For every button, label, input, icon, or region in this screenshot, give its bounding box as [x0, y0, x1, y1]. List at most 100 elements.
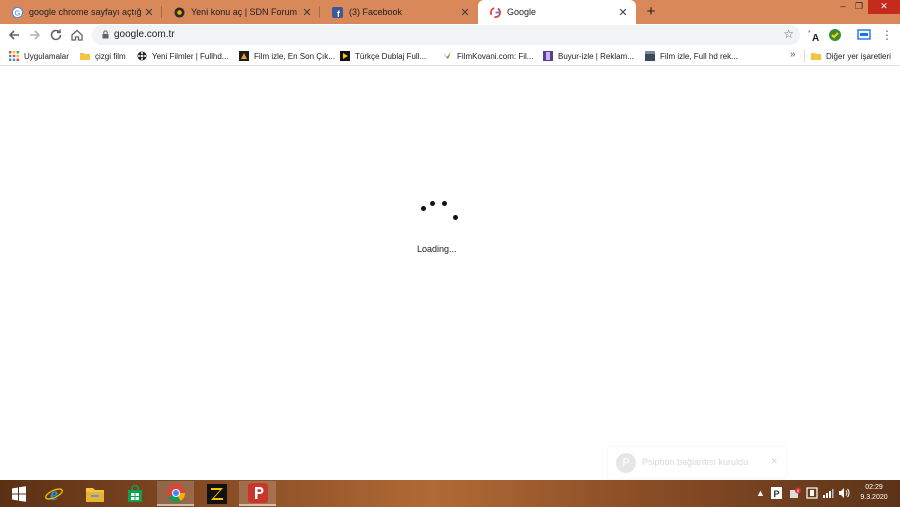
tab-close-icon[interactable]: ✕ [616, 6, 630, 19]
network-signal-icon[interactable] [822, 487, 834, 499]
bookmark-yeni-filmler[interactable]: Yeni Filmler | Fullhd... [137, 50, 228, 62]
taskbar-internet-explorer[interactable]: e [35, 481, 72, 506]
windows-start-icon [11, 485, 26, 502]
tab-title: Google [507, 7, 537, 17]
google-g-icon: G [12, 6, 23, 18]
spinner-dot [421, 206, 426, 211]
bookmark-star-icon[interactable]: ☆ [783, 27, 794, 41]
bookmark-film-izle[interactable]: Film izle, En Son Çık... [239, 50, 335, 62]
taskbar: e ▲ P x 02:29 9.3.2020 [0, 480, 900, 507]
bookmark-label: Uygulamalar [24, 51, 69, 61]
tab-facebook[interactable]: f (3) Facebook ✕ [320, 0, 478, 24]
back-arrow-icon [8, 30, 19, 40]
google-g-icon [490, 6, 501, 18]
bookmark-label: Diğer yer işaretleri [826, 51, 891, 61]
bird-icon [443, 52, 451, 59]
home-button[interactable] [69, 27, 85, 43]
bookmark-other[interactable]: Diğer yer işaretleri [811, 50, 891, 62]
folder-icon [811, 53, 821, 60]
start-button[interactable] [0, 481, 37, 506]
spinner-dot [430, 201, 435, 206]
taskbar-file-explorer[interactable] [76, 481, 113, 506]
psiphon-icon: P [616, 453, 636, 473]
bookmark-label: Film izle, En Son Çık... [254, 51, 335, 61]
loading-text: Loading... [417, 244, 457, 254]
tab-title: Yeni konu aç | SDN Forum [191, 7, 298, 17]
reload-button[interactable] [48, 27, 64, 43]
tab-close-icon[interactable]: ✕ [142, 6, 156, 19]
tab-sdn-forum[interactable]: Yeni konu aç | SDN Forum ✕ [162, 0, 320, 24]
navigation-toolbar: google.com.tr ☆ [0, 24, 900, 46]
svg-text:e: e [50, 484, 58, 504]
bookmark-label: FilmKovani.com: Fil... [457, 51, 534, 61]
tray-overflow-icon[interactable]: ▲ [756, 488, 765, 498]
tab-chrome-question[interactable]: G google chrome sayfayı açtığımda ✕ [0, 0, 162, 24]
tab-close-icon[interactable]: ✕ [300, 6, 314, 19]
clock-time: 02:29 [865, 484, 883, 491]
tab-title: google chrome sayfayı açtığımda [29, 7, 142, 17]
taskbar-chrome[interactable] [157, 481, 194, 506]
bookmarks-bar: Uygulamalar çizgi film Yeni Filmler | Fu… [0, 46, 900, 66]
svg-text:P: P [773, 489, 779, 499]
bookmark-turkce-dublaj[interactable]: Türkçe Dublaj Full... [340, 50, 426, 62]
z-app-icon [206, 483, 227, 504]
store-icon [127, 484, 142, 502]
shield-extension-icon[interactable] [827, 27, 843, 43]
taskbar-psiphon[interactable] [239, 481, 276, 506]
tab-strip: G google chrome sayfayı açtığımda ✕ Yeni… [0, 0, 900, 24]
forward-button[interactable] [27, 27, 43, 43]
svg-text:G: G [15, 8, 21, 17]
bookmark-film-full-hd[interactable]: Film izle, Full hd rek... [645, 50, 738, 62]
cast-extension-icon[interactable] [856, 27, 872, 43]
bookmark-apps[interactable]: Uygulamalar [9, 50, 69, 62]
psiphon-notification[interactable]: P Psiphon bağlantısı kuruldu ✕ [607, 446, 787, 479]
taskbar-store[interactable] [116, 481, 153, 506]
film-reel-icon [137, 51, 147, 61]
apps-grid-icon [9, 51, 19, 61]
spinner-dot [442, 201, 447, 206]
internet-explorer-icon: e [44, 484, 63, 504]
film-site-icon [239, 51, 249, 61]
folder-icon [80, 53, 90, 60]
bookmark-buyur-izle[interactable]: Buyur-izle | Reklam... [543, 50, 634, 62]
url-text: google.com.tr [114, 29, 175, 40]
tab-close-icon[interactable]: ✕ [458, 6, 472, 19]
security-tray-icon[interactable]: x [789, 487, 801, 499]
notification-close-icon[interactable]: ✕ [770, 456, 778, 467]
bookmark-filmkovani[interactable]: FilmKovani.com: Fil... [442, 50, 533, 62]
menu-kebab-icon[interactable]: ⋮ [879, 27, 895, 43]
device-tray-icon[interactable] [806, 487, 818, 499]
film-clapper-icon [645, 51, 655, 61]
system-clock[interactable]: 02:29 9.3.2020 [855, 483, 893, 503]
bookmark-cizgi-film[interactable]: çizgi film [80, 50, 126, 62]
bookmarks-overflow-button[interactable]: » [790, 49, 796, 60]
browser-window: G google chrome sayfayı açtığımda ✕ Yeni… [0, 0, 900, 507]
taskbar-z-app[interactable] [198, 481, 235, 506]
new-tab-button[interactable]: + [642, 3, 660, 21]
spinner-dot [453, 215, 458, 220]
play-icon [340, 51, 350, 61]
bookmark-label: Film izle, Full hd rek... [660, 51, 738, 61]
bookmark-label: çizgi film [95, 51, 126, 61]
home-icon [71, 29, 83, 41]
minimize-button[interactable]: – [836, 0, 850, 14]
sdn-icon [174, 6, 185, 18]
back-button[interactable] [6, 27, 22, 43]
address-bar[interactable]: google.com.tr ☆ [92, 25, 800, 45]
maximize-button[interactable]: ❐ [852, 0, 866, 14]
close-window-button[interactable]: ✕ [868, 0, 900, 14]
chrome-icon [166, 483, 185, 502]
psiphon-tray-icon[interactable]: P [771, 487, 782, 499]
forward-arrow-icon [30, 30, 41, 40]
bookmark-label: Türkçe Dublaj Full... [355, 51, 427, 61]
svg-text:*: * [808, 30, 811, 37]
page-content: Loading... P Psiphon bağlantısı kuruldu … [0, 67, 900, 480]
tab-google-active[interactable]: Google ✕ [478, 0, 636, 24]
svg-text:A: A [812, 33, 819, 43]
volume-icon[interactable] [838, 487, 850, 499]
bookmarks-separator [804, 50, 805, 62]
facebook-icon: f [332, 6, 343, 18]
translate-icon[interactable]: * A [806, 27, 822, 43]
clock-date: 9.3.2020 [860, 494, 888, 501]
bookmark-label: Yeni Filmler | Fullhd... [152, 51, 229, 61]
